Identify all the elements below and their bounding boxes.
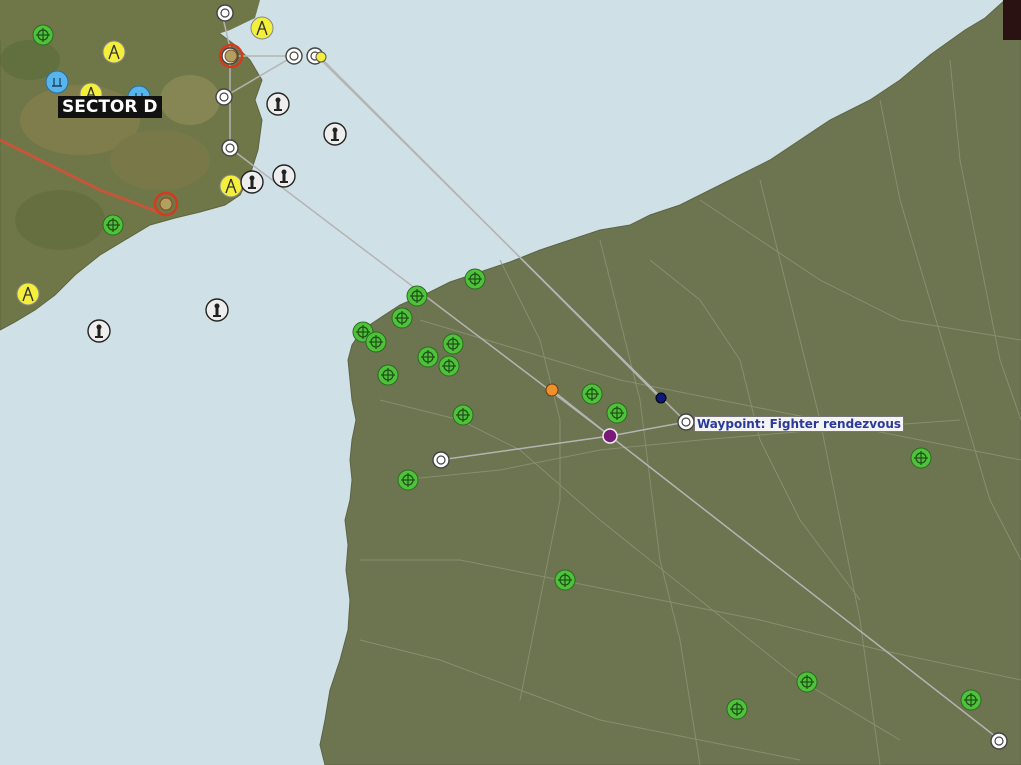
crosshair-airfield-icon[interactable] [581,383,603,405]
flight-marker-yellow[interactable] [315,51,327,63]
crosshair-airfield-icon[interactable] [554,569,576,591]
crosshair-airfield-icon[interactable] [910,447,932,469]
crosshair-airfield-icon[interactable] [442,333,464,355]
flight-marker-orange[interactable] [545,383,559,397]
radio-tower-icon[interactable] [250,16,274,40]
radio-tower-icon[interactable] [102,40,126,64]
radio-tower-icon[interactable] [16,282,40,306]
crosshair-airfield-icon[interactable] [397,469,419,491]
crosshair-airfield-icon[interactable] [438,355,460,377]
crosshair-airfield-icon[interactable] [391,307,413,329]
waypoint-ring-icon[interactable] [215,88,233,106]
waypoint-ring-icon[interactable] [216,4,234,22]
map-corner-tab[interactable] [1003,0,1021,40]
waypoint-ring-icon[interactable] [285,47,303,65]
crosshair-airfield-icon[interactable] [452,404,474,426]
crosshair-airfield-icon[interactable] [796,671,818,693]
ship-icon[interactable] [205,298,229,322]
crosshair-airfield-icon[interactable] [464,268,486,290]
flight-marker-dark-blue[interactable] [655,392,667,404]
waypoint-ring-icon[interactable] [677,413,695,431]
ship-icon[interactable] [240,170,264,194]
waypoint-ring-icon[interactable] [221,139,239,157]
ship-icon[interactable] [323,122,347,146]
crosshair-airfield-icon[interactable] [417,346,439,368]
crosshair-airfield-icon[interactable] [102,214,124,236]
waypoint-ring-icon[interactable] [990,732,1008,750]
crosshair-airfield-icon[interactable] [960,689,982,711]
ship-icon[interactable] [272,164,296,188]
ship-icon[interactable] [87,319,111,343]
sector-label: SECTOR D [58,96,162,118]
crosshair-airfield-icon[interactable] [377,364,399,386]
crosshair-airfield-icon[interactable] [406,285,428,307]
waypoint-label[interactable]: Waypoint: Fighter rendezvous [694,416,905,432]
ship-icon[interactable] [266,92,290,116]
radio-tower-icon[interactable] [219,174,243,198]
crosshair-airfield-icon[interactable] [726,698,748,720]
crosshair-airfield-icon[interactable] [32,24,54,46]
map-view[interactable]: SECTOR D Waypoint: Fighter rendezvous [0,0,1021,765]
waypoint-ring-icon[interactable] [432,451,450,469]
radar-icon[interactable] [45,70,69,94]
crosshair-airfield-icon[interactable] [365,331,387,353]
flight-marker-purple[interactable] [602,428,618,444]
crosshair-airfield-icon[interactable] [606,402,628,424]
